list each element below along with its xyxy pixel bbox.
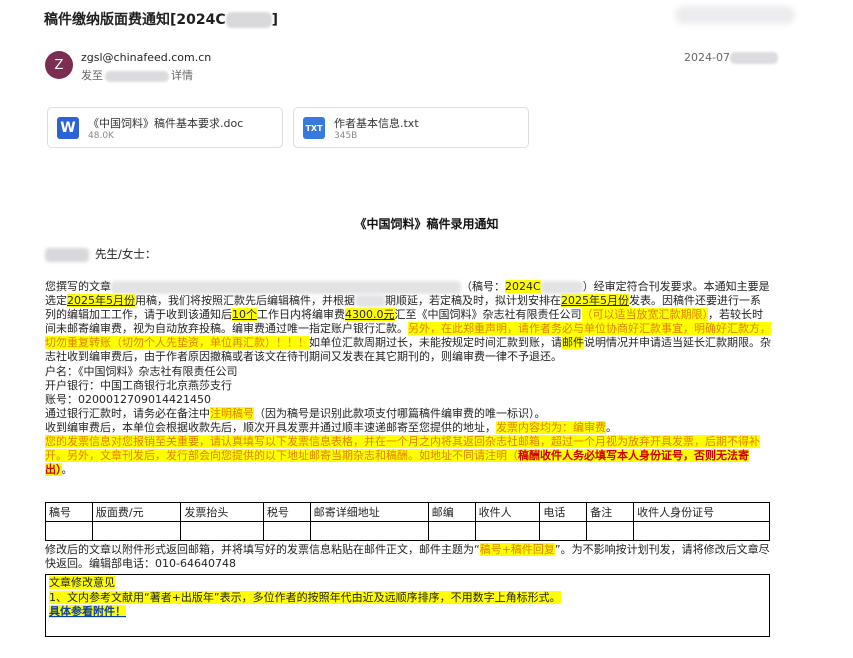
attachment-size: 48.0K <box>88 131 114 141</box>
see-attachment-link[interactable]: 具体参看附件！ <box>49 605 126 618</box>
avatar[interactable]: Z <box>45 51 73 79</box>
revision-item: 1、文内参考文献用“著者+出版年”表示，多位作者的按照年代由近及远顺序排序，不用… <box>49 590 561 604</box>
invoice-info-table: 稿号 版面费/元 发票抬头 税号 邮寄详细地址 邮编 收件人 电话 备注 收件人… <box>45 502 770 541</box>
table-header: 邮编 <box>427 502 476 522</box>
table-header: 发票抬头 <box>180 502 264 522</box>
account-name: 户名：《中国饲料》杂志社有限责任公司 <box>45 364 238 378</box>
attachment-name: 《中国饲料》稿件基本要求.doc <box>88 117 244 130</box>
table-header: 电话 <box>539 502 588 522</box>
table-cell[interactable] <box>91 521 182 541</box>
table-cell[interactable] <box>180 521 264 541</box>
redacted-block <box>45 247 89 262</box>
table-header: 收件人 <box>474 502 541 522</box>
bank-name: 开户银行：中国工商银行北京燕莎支行 <box>45 378 232 392</box>
table-cell[interactable] <box>262 521 311 541</box>
table-cell[interactable] <box>427 521 476 541</box>
redacted-block <box>729 52 778 64</box>
table-cell[interactable] <box>474 521 541 541</box>
redacted-block <box>355 295 385 308</box>
email-subject: 稿件缴纳版面费通知[2024C] <box>44 12 279 28</box>
table-cell[interactable] <box>586 521 635 541</box>
table-row: 稿号 版面费/元 发票抬头 税号 邮寄详细地址 邮编 收件人 电话 备注 收件人… <box>45 502 770 522</box>
table-cell[interactable] <box>633 521 770 541</box>
attachment-card[interactable]: TXT 作者基本信息.txt 345B <box>293 107 529 148</box>
table-cell[interactable] <box>539 521 588 541</box>
redacted-block <box>105 70 169 82</box>
word-doc-icon: W <box>57 117 79 139</box>
table-header: 稿号 <box>45 502 93 522</box>
table-row <box>45 521 770 541</box>
attachment-size: 345B <box>334 131 358 141</box>
table-cell[interactable] <box>45 521 93 541</box>
table-header: 邮寄详细地址 <box>309 502 429 522</box>
recipient-line: 发至 详情 <box>81 69 193 82</box>
redacted-block <box>540 280 583 294</box>
table-header: 版面费/元 <box>91 502 182 522</box>
txt-file-icon: TXT <box>303 117 325 139</box>
salutation: 先生/女士： <box>45 246 156 262</box>
table-header: 备注 <box>586 502 635 522</box>
account-number: 账号：0200012709014421450 <box>45 392 211 406</box>
closing-text: 修改后的文章以附件形式返回邮箱，并将填写好的发票信息粘贴在邮件正文，邮件主题为“… <box>45 543 770 571</box>
email-date: 2024-07 <box>684 51 778 64</box>
redacted-block <box>225 12 272 28</box>
attachment-card[interactable]: W 《中国饲料》稿件基本要求.doc 48.0K <box>47 107 283 148</box>
sender-email[interactable]: zgsl@chinafeed.com.cn <box>81 51 211 64</box>
notice-title: 《中国饲料》稿件录用通知 <box>354 217 499 231</box>
table-cell[interactable] <box>309 521 429 541</box>
table-header: 收件人身份证号 <box>633 502 770 522</box>
notice-body: 您撰写的文章 （稿号：2024C ）经审定符合刊发要求。本通知主要是选定2025年5… <box>45 280 771 477</box>
revision-title: 文章修改意见 <box>49 576 115 589</box>
redacted-article-title <box>111 280 461 294</box>
attachment-name: 作者基本信息.txt <box>334 117 419 130</box>
revision-notes-box: 文章修改意见 1、文内参考文献用“著者+出版年”表示，多位作者的按照年代由近及远… <box>45 574 770 637</box>
table-header: 税号 <box>262 502 311 522</box>
redacted-block <box>675 6 795 24</box>
details-link[interactable]: 详情 <box>171 69 193 82</box>
